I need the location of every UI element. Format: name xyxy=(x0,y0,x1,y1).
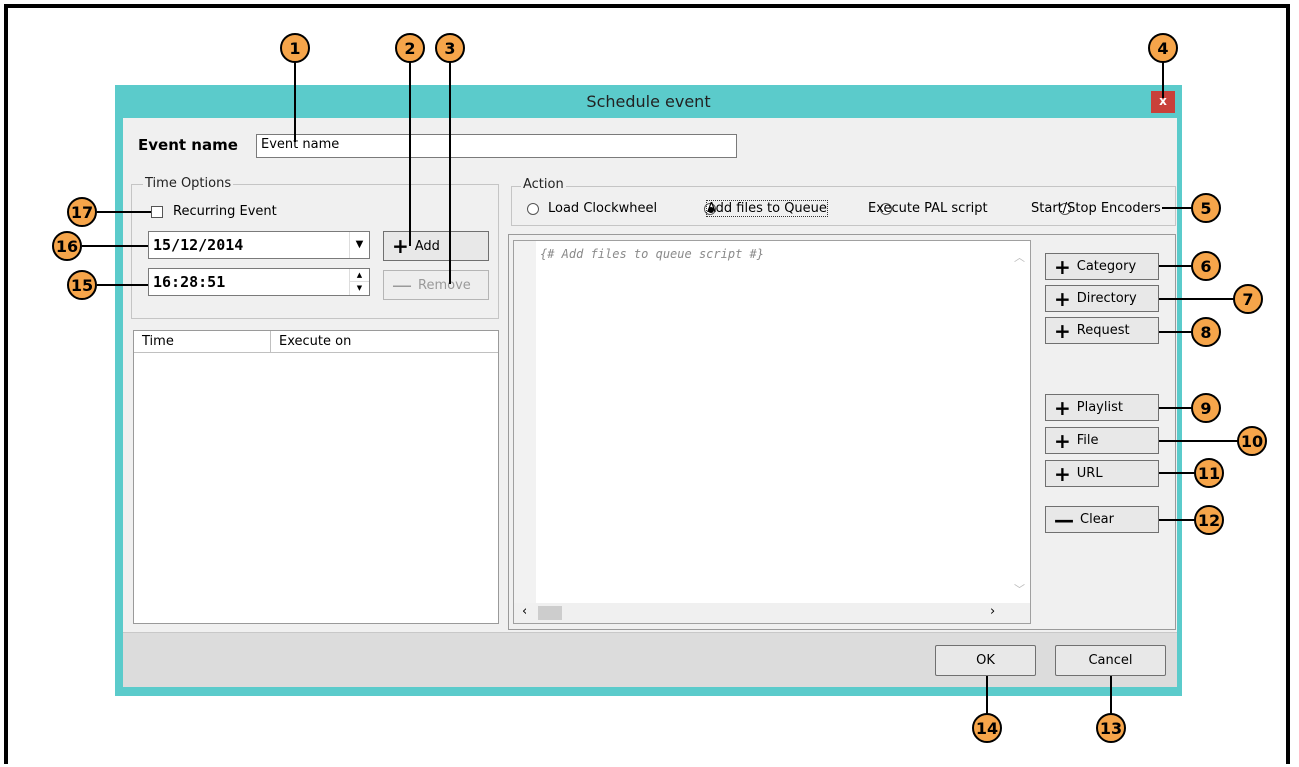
add-playlist-label: Playlist xyxy=(1076,400,1123,415)
callout-line-17 xyxy=(97,211,151,213)
callout-2: 2 xyxy=(395,33,425,63)
add-url-button[interactable]: + URL xyxy=(1045,460,1159,487)
plus-icon: + xyxy=(1054,318,1071,343)
callout-6: 6 xyxy=(1191,251,1221,281)
callout-11: 11 xyxy=(1194,458,1224,488)
clear-button[interactable]: — Clear xyxy=(1045,506,1159,533)
callout-line-15 xyxy=(97,284,148,286)
add-request-label: Request xyxy=(1076,323,1130,338)
table-header: Time Execute on xyxy=(134,331,498,353)
callout-1: 1 xyxy=(280,33,310,63)
callout-4: 4 xyxy=(1148,33,1178,63)
scroll-down-icon[interactable]: ﹀ xyxy=(1014,581,1025,597)
callout-line-14 xyxy=(986,676,988,716)
plus-icon: + xyxy=(1054,254,1071,279)
event-name-label: Event name xyxy=(138,136,238,154)
callout-line-1 xyxy=(294,58,296,142)
column-divider xyxy=(270,331,271,353)
callout-line-8 xyxy=(1159,331,1195,333)
script-editor[interactable]: {# Add files to queue script #} ︿ ﹀ ‹ › xyxy=(513,240,1031,624)
recurring-event-checkbox[interactable] xyxy=(151,206,163,218)
add-time-label: Add xyxy=(414,238,440,254)
remove-time-button[interactable]: — Remove xyxy=(383,270,489,300)
radio-execute-pal-script-label: Execute PAL script xyxy=(868,201,988,216)
scroll-thumb[interactable] xyxy=(538,606,562,620)
date-picker[interactable]: 15/12/2014 ▼ xyxy=(148,231,370,259)
title-bar[interactable]: Schedule event xyxy=(115,85,1182,118)
callout-15: 15 xyxy=(67,270,97,300)
script-gutter xyxy=(514,241,536,603)
plus-icon: + xyxy=(1054,428,1071,453)
callout-line-10 xyxy=(1159,440,1241,442)
callout-7: 7 xyxy=(1233,284,1263,314)
action-title: Action xyxy=(521,177,566,192)
spin-down-icon[interactable]: ▼ xyxy=(349,282,369,295)
minus-icon: — xyxy=(392,273,412,297)
callout-8: 8 xyxy=(1191,317,1221,347)
callout-line-3 xyxy=(449,58,451,284)
add-time-button[interactable]: + Add xyxy=(383,231,489,261)
callout-line-2 xyxy=(409,58,411,246)
window-title: Schedule event xyxy=(586,92,711,111)
time-options-title: Time Options xyxy=(143,176,234,191)
plus-icon: + xyxy=(1054,461,1071,486)
column-header-time[interactable]: Time xyxy=(142,334,174,349)
plus-icon: + xyxy=(1054,286,1071,311)
callout-line-16 xyxy=(82,245,148,247)
add-directory-button[interactable]: + Directory xyxy=(1045,285,1159,312)
add-category-button[interactable]: + Category xyxy=(1045,253,1159,280)
add-file-label: File xyxy=(1076,433,1099,448)
dropdown-arrow-icon[interactable]: ▼ xyxy=(349,232,369,258)
callout-line-11 xyxy=(1159,472,1197,474)
add-category-label: Category xyxy=(1076,259,1137,274)
radio-add-files-to-queue-label: Add files to Queue xyxy=(706,200,828,217)
recurring-event-label: Recurring Event xyxy=(173,204,277,219)
script-text: {# Add files to queue script #} xyxy=(540,247,764,261)
callout-14: 14 xyxy=(972,713,1002,743)
radio-load-clockwheel-label: Load Clockwheel xyxy=(548,201,658,216)
callout-line-7 xyxy=(1159,298,1237,300)
add-url-label: URL xyxy=(1076,466,1103,481)
callout-line-9 xyxy=(1159,407,1195,409)
scroll-left-icon[interactable]: ‹ xyxy=(522,604,527,619)
remove-time-label: Remove xyxy=(418,277,471,293)
date-value: 15/12/2014 xyxy=(153,236,244,254)
callout-16: 16 xyxy=(52,231,82,261)
plus-icon: + xyxy=(1054,395,1071,420)
callout-13: 13 xyxy=(1096,713,1126,743)
horizontal-scrollbar[interactable]: ‹ › xyxy=(514,603,1030,623)
radio-load-clockwheel[interactable] xyxy=(527,203,539,215)
callout-3: 3 xyxy=(435,33,465,63)
add-file-button[interactable]: + File xyxy=(1045,427,1159,454)
cancel-button[interactable]: Cancel xyxy=(1055,645,1166,676)
minus-icon: — xyxy=(1054,507,1074,532)
callout-12: 12 xyxy=(1194,505,1224,535)
callout-line-13 xyxy=(1110,676,1112,716)
scroll-up-icon[interactable]: ︿ xyxy=(1014,249,1025,265)
scroll-right-icon[interactable]: › xyxy=(990,604,995,619)
radio-start-stop-encoders-label: Start/Stop Encoders xyxy=(1031,201,1161,216)
callout-5: 5 xyxy=(1191,193,1221,223)
column-header-execute-on[interactable]: Execute on xyxy=(279,334,351,349)
spin-up-icon[interactable]: ▲ xyxy=(349,269,369,282)
callout-10: 10 xyxy=(1237,426,1267,456)
event-name-input[interactable]: Event name xyxy=(256,134,737,158)
callout-17: 17 xyxy=(67,197,97,227)
plus-icon: + xyxy=(392,234,409,258)
add-request-button[interactable]: + Request xyxy=(1045,317,1159,344)
callout-9: 9 xyxy=(1191,393,1221,423)
time-value: 16:28:51 xyxy=(153,273,226,291)
add-playlist-button[interactable]: + Playlist xyxy=(1045,394,1159,421)
time-list-table[interactable]: Time Execute on xyxy=(133,330,499,624)
add-directory-label: Directory xyxy=(1076,291,1137,306)
callout-line-4 xyxy=(1162,58,1164,98)
clear-label: Clear xyxy=(1080,512,1114,527)
callout-line-6 xyxy=(1159,265,1195,267)
callout-line-12 xyxy=(1159,519,1197,521)
time-picker[interactable]: 16:28:51 ▲ ▼ xyxy=(148,268,370,296)
ok-button[interactable]: OK xyxy=(935,645,1036,676)
